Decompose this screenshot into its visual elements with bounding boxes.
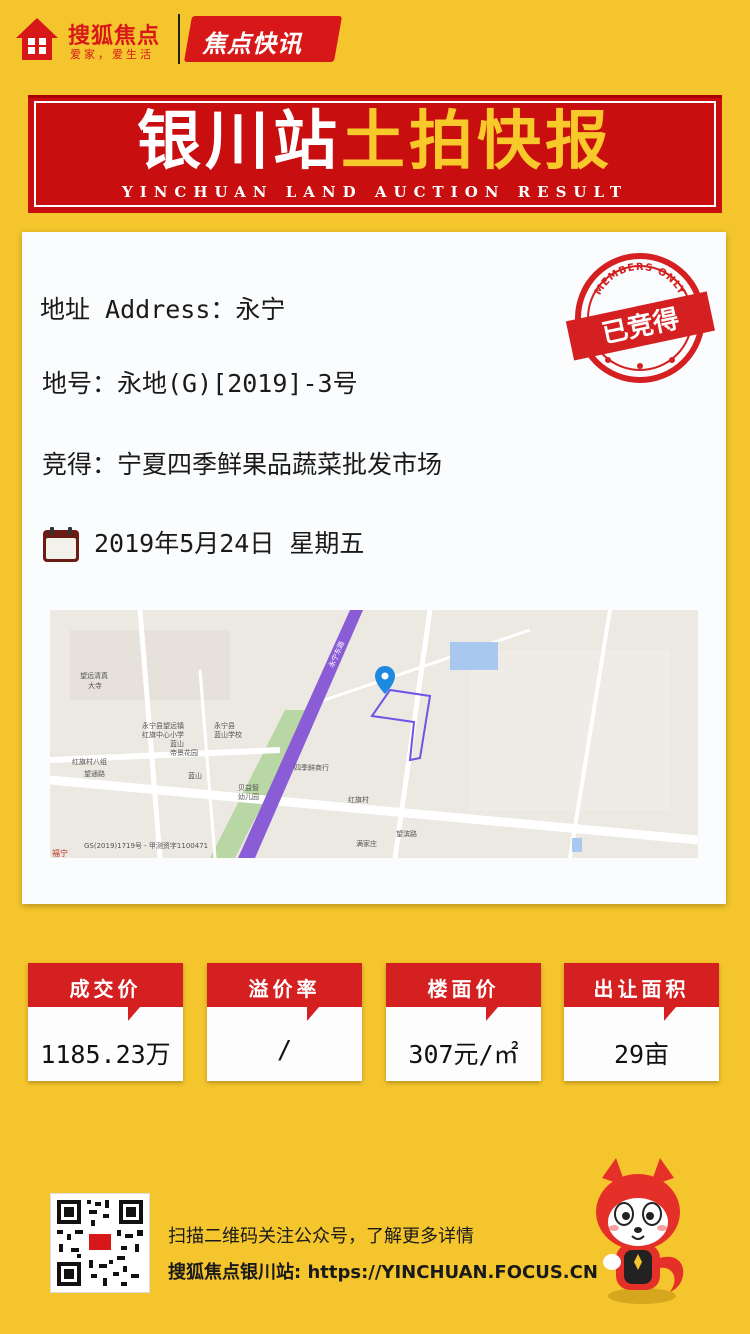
stat-value: / xyxy=(276,1035,293,1064)
banner-subtitle: YINCHUAN LAND AUCTION RESULT xyxy=(122,183,628,201)
location-map[interactable]: 望远清真 大寺 永宁县望远镇 红旗中心小学 永宁县 蓝山学校 蓝山 帝景花园 红… xyxy=(50,610,698,858)
map-label: 幼儿园 xyxy=(238,792,259,801)
map-label: 贝益智 xyxy=(238,783,259,792)
map-canvas: 望远清真 大寺 永宁县望远镇 红旗中心小学 永宁县 蓝山学校 蓝山 帝景花园 红… xyxy=(50,610,698,858)
map-label: 蓝山 xyxy=(170,739,184,748)
map-label: 望远清真 xyxy=(80,671,108,680)
map-label: 红旗村八组 xyxy=(72,757,107,766)
stat-label: 楼面价 xyxy=(427,977,500,1001)
title-banner: 银川站土拍快报 YINCHUAN LAND AUCTION RESULT xyxy=(28,95,722,213)
stat-floor-price: 楼面价 307元/㎡ xyxy=(386,963,541,1081)
footer-follow-text: 扫描二维码关注公众号，了解更多详情 xyxy=(168,1226,474,1247)
brand-logo: 搜狐焦点 爱家，爱生活 焦点快讯 xyxy=(10,10,343,66)
news-badge-label: 焦点快讯 xyxy=(202,30,302,58)
map-label: 望通路 xyxy=(84,769,105,778)
won-stamp: MEMBERS ONLY 已竞得 xyxy=(565,253,716,383)
footer-site-link[interactable]: 搜狐焦点银川站: https://YINCHUAN.FOCUS.CN xyxy=(168,1258,598,1284)
stat-value: 307元/㎡ xyxy=(408,1040,519,1069)
stat-land-area: 出让面积 29亩 xyxy=(564,963,719,1081)
map-label: 蓝山学校 xyxy=(214,730,242,739)
stat-label: 出让面积 xyxy=(593,977,690,1001)
stat-deal-price: 成交价 1185.23万 xyxy=(28,963,183,1081)
map-copyright: GS(2019)1719号 - 甲测资字1100471 xyxy=(84,841,208,850)
map-label: 望滨路 xyxy=(396,829,417,838)
map-label: 满家庄 xyxy=(356,839,377,848)
map-label: 大寺 xyxy=(88,681,102,690)
banner-title: 银川站土拍快报 xyxy=(28,107,722,177)
info-card: 地址 Address：永宁 地号：永地(G)[2019]-3号 竞得：宁夏四季鲜… xyxy=(22,232,726,904)
qr-code[interactable] xyxy=(50,1193,150,1293)
address-line: 地址 Address：永宁 xyxy=(40,295,286,324)
banner-title-city: 银川站 xyxy=(137,105,341,179)
calendar-icon xyxy=(43,527,79,562)
auction-date: 2019年5月24日 星期五 xyxy=(94,529,365,558)
logo-divider xyxy=(178,14,180,64)
stat-value: 1185.23万 xyxy=(40,1040,171,1069)
map-label: 四季鲜商行 xyxy=(294,763,329,772)
banner-title-topic: 土拍快报 xyxy=(341,105,613,179)
stat-value: 29亩 xyxy=(613,1040,670,1069)
winner-line: 竞得：宁夏四季鲜果品蔬菜批发市场 xyxy=(42,450,443,479)
map-brand: 福宁 xyxy=(52,848,68,858)
map-label: 帝景花园 xyxy=(170,748,198,757)
map-label: 蓝山 xyxy=(188,771,202,780)
stat-label: 溢价率 xyxy=(248,977,321,1001)
stat-premium-rate: 溢价率 / xyxy=(207,963,362,1081)
logo-slogan: 爱家，爱生活 xyxy=(70,48,154,61)
lot-number-line: 地号：永地(G)[2019]-3号 xyxy=(42,369,358,398)
map-label: 红旗村 xyxy=(348,795,369,804)
house-logo-icon xyxy=(16,18,58,60)
map-label: 红旗中心小学 xyxy=(142,730,184,739)
fox-mascot-icon xyxy=(596,1158,684,1304)
map-label: 永宁县 xyxy=(214,721,235,730)
stat-label: 成交价 xyxy=(69,977,142,1001)
map-label: 永宁县望远镇 xyxy=(142,721,184,730)
